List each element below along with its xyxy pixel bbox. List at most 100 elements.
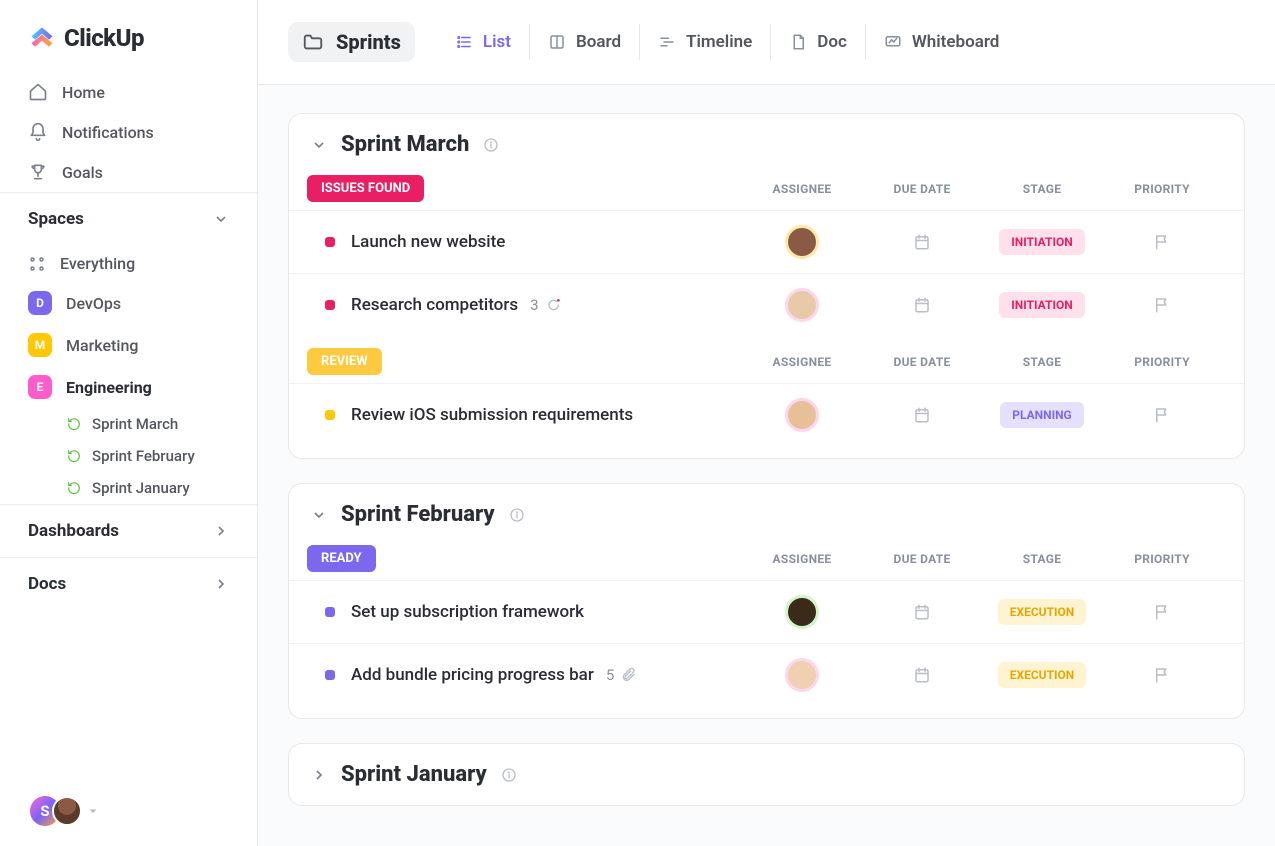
priority-cell[interactable] xyxy=(1102,233,1222,251)
info-icon[interactable] xyxy=(483,137,499,153)
stage-pill: EXECUTION xyxy=(998,662,1087,688)
assignee-avatar xyxy=(785,398,819,432)
status-dot xyxy=(325,410,335,420)
chevron-down-icon[interactable] xyxy=(311,507,327,523)
space-engineering[interactable]: E Engineering xyxy=(0,366,257,408)
assignee-cell[interactable] xyxy=(742,595,862,629)
nav-label: Goals xyxy=(62,163,103,182)
stage-pill: INITIATION xyxy=(999,292,1084,318)
everything-item[interactable]: Everything xyxy=(0,245,257,282)
due-date-cell[interactable] xyxy=(862,296,982,314)
chat-icon xyxy=(545,297,561,313)
spaces-section-header[interactable]: Spaces xyxy=(0,192,257,245)
trophy-icon xyxy=(28,162,48,182)
task-sub-count[interactable]: 5 xyxy=(606,666,636,684)
task-row[interactable]: Add bundle pricing progress bar 5 EXECUT… xyxy=(289,643,1244,706)
stage-pill: INITIATION xyxy=(999,229,1084,255)
folder-breadcrumb[interactable]: Sprints xyxy=(288,22,415,62)
due-date-cell[interactable] xyxy=(862,666,982,684)
content-area: Sprint March ISSUES FOUND ASSIGNEE DUE D… xyxy=(258,85,1275,846)
topbar: Sprints List Board Timeline Doc Whiteboa… xyxy=(258,0,1275,85)
tab-list[interactable]: List xyxy=(437,24,529,60)
col-due: DUE DATE xyxy=(862,552,982,566)
sprint-title: Sprint February xyxy=(341,502,495,527)
col-assignee: ASSIGNEE xyxy=(742,355,862,369)
due-date-cell[interactable] xyxy=(862,233,982,251)
avatar-stack: S xyxy=(28,794,82,828)
priority-cell[interactable] xyxy=(1102,603,1222,621)
sprint-header: Sprint February xyxy=(289,484,1244,545)
task-row[interactable]: Launch new website INITIATION xyxy=(289,210,1244,273)
nav-home[interactable]: Home xyxy=(0,72,257,112)
stage-cell[interactable]: PLANNING xyxy=(982,402,1102,428)
sprint-card: Sprint February READY ASSIGNEE DUE DATE … xyxy=(288,483,1245,719)
status-badge[interactable]: REVIEW xyxy=(307,348,382,375)
assignee-avatar xyxy=(785,595,819,629)
board-icon xyxy=(548,33,566,51)
tab-whiteboard[interactable]: Whiteboard xyxy=(865,24,1018,60)
flag-icon xyxy=(1153,603,1171,621)
sidebar: ClickUp Home Notifications Goals Spaces … xyxy=(0,0,258,846)
tab-board[interactable]: Board xyxy=(529,24,639,60)
sidebar-sprint-item[interactable]: Sprint February xyxy=(0,440,257,472)
paperclip-icon xyxy=(620,667,636,683)
chevron-right-icon[interactable] xyxy=(311,767,327,783)
home-icon xyxy=(28,82,48,102)
bell-icon xyxy=(28,122,48,142)
space-devops[interactable]: D DevOps xyxy=(0,282,257,324)
stage-cell[interactable]: EXECUTION xyxy=(982,599,1102,625)
nav-goals[interactable]: Goals xyxy=(0,152,257,192)
chevron-down-icon[interactable] xyxy=(311,137,327,153)
task-sub-count[interactable]: 3 xyxy=(530,296,560,314)
task-title: Research competitors xyxy=(351,295,518,315)
status-dot xyxy=(325,670,335,680)
col-priority: PRIORITY xyxy=(1102,182,1222,196)
priority-cell[interactable] xyxy=(1102,296,1222,314)
sprint-icon xyxy=(66,480,82,496)
due-date-cell[interactable] xyxy=(862,603,982,621)
assignee-avatar xyxy=(785,225,819,259)
tab-label: List xyxy=(483,32,511,52)
space-badge: D xyxy=(28,291,52,315)
tab-label: Board xyxy=(576,32,621,52)
tab-doc[interactable]: Doc xyxy=(770,24,865,60)
col-stage: STAGE xyxy=(982,355,1102,369)
info-icon[interactable] xyxy=(501,767,517,783)
col-assignee: ASSIGNEE xyxy=(742,182,862,196)
sidebar-sprint-item[interactable]: Sprint January xyxy=(0,472,257,504)
priority-cell[interactable] xyxy=(1102,406,1222,424)
task-row[interactable]: Set up subscription framework EXECUTION xyxy=(289,580,1244,643)
app-logo[interactable]: ClickUp xyxy=(0,24,257,72)
assignee-cell[interactable] xyxy=(742,398,862,432)
status-badge[interactable]: READY xyxy=(307,545,376,572)
docs-section-header[interactable]: Docs xyxy=(0,557,257,610)
list-icon xyxy=(455,33,473,51)
sprint-label: Sprint March xyxy=(92,415,178,433)
main-area: Sprints List Board Timeline Doc Whiteboa… xyxy=(258,0,1275,846)
sprint-title: Sprint March xyxy=(341,132,469,157)
task-row[interactable]: Review iOS submission requirements PLANN… xyxy=(289,383,1244,446)
flag-icon xyxy=(1153,406,1171,424)
sidebar-sprint-item[interactable]: Sprint March xyxy=(0,408,257,440)
space-marketing[interactable]: M Marketing xyxy=(0,324,257,366)
nav-notifications[interactable]: Notifications xyxy=(0,112,257,152)
section-label: Spaces xyxy=(28,209,84,229)
stage-cell[interactable]: INITIATION xyxy=(982,229,1102,255)
user-switcher[interactable]: S xyxy=(0,776,257,846)
tab-timeline[interactable]: Timeline xyxy=(639,24,770,60)
grid-icon xyxy=(28,255,46,273)
status-dot xyxy=(325,300,335,310)
task-row[interactable]: Research competitors 3 INITIATION xyxy=(289,273,1244,336)
stage-cell[interactable]: EXECUTION xyxy=(982,662,1102,688)
status-badge[interactable]: ISSUES FOUND xyxy=(307,175,424,202)
assignee-cell[interactable] xyxy=(742,288,862,322)
task-title: Review iOS submission requirements xyxy=(351,405,633,425)
stage-cell[interactable]: INITIATION xyxy=(982,292,1102,318)
due-date-cell[interactable] xyxy=(862,406,982,424)
assignee-cell[interactable] xyxy=(742,225,862,259)
dashboards-section-header[interactable]: Dashboards xyxy=(0,504,257,557)
sprint-header: Sprint March xyxy=(289,114,1244,175)
priority-cell[interactable] xyxy=(1102,666,1222,684)
info-icon[interactable] xyxy=(509,507,525,523)
assignee-cell[interactable] xyxy=(742,658,862,692)
